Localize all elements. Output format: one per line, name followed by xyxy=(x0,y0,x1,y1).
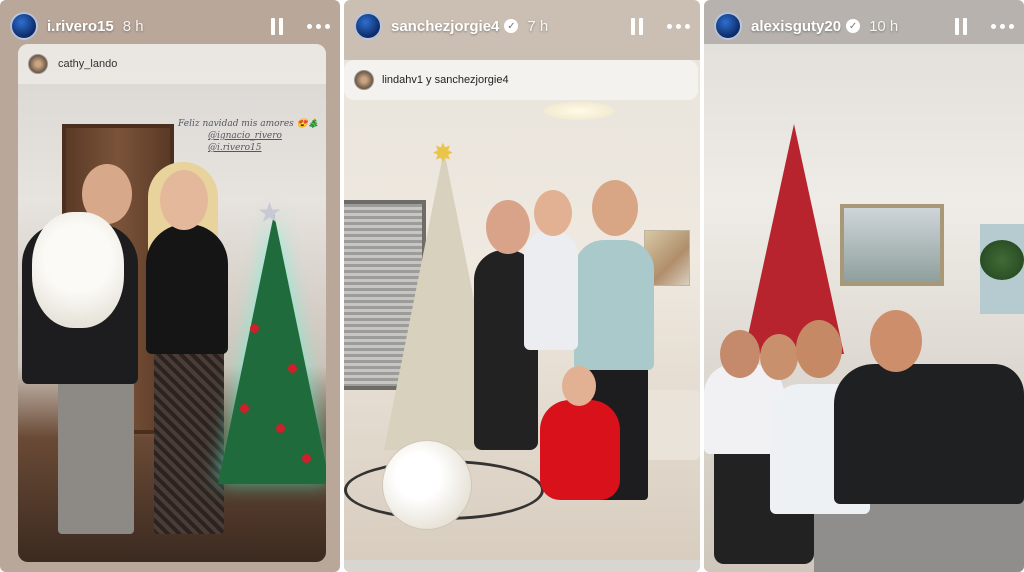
child-head xyxy=(562,366,596,406)
person-head xyxy=(796,320,842,378)
story-card-3[interactable]: alexisguty20 ✓ 10 h xyxy=(704,0,1024,572)
timestamp: 7 h xyxy=(527,17,549,35)
wall-mirror xyxy=(840,204,944,286)
pause-icon[interactable] xyxy=(955,17,967,35)
person-head xyxy=(870,310,922,372)
dog xyxy=(32,212,124,328)
more-options-icon[interactable] xyxy=(991,23,1014,29)
mention-usernames: lindahv1 y sanchezjorgie4 xyxy=(382,74,509,86)
person-head xyxy=(160,170,208,230)
story-caption: Feliz navidad mis amores 😍🎄 @ignacio_riv… xyxy=(178,118,319,154)
child-head xyxy=(534,190,572,236)
story-photo: cathy_lando Feliz navidad mis amores 😍🎄 … xyxy=(18,44,326,562)
caption-tag[interactable]: @i.rivero15 xyxy=(208,142,319,154)
avatar[interactable] xyxy=(714,12,742,40)
christmas-tree xyxy=(744,124,844,354)
person-head xyxy=(760,334,798,380)
person xyxy=(154,344,224,534)
person-head xyxy=(486,200,530,254)
more-options-icon[interactable] xyxy=(307,23,330,29)
person xyxy=(146,224,228,354)
username[interactable]: sanchezjorgie4 xyxy=(391,18,499,35)
ornament xyxy=(276,424,285,433)
mention-bar[interactable]: lindahv1 y sanchezjorgie4 xyxy=(344,60,698,100)
mention-username: cathy_lando xyxy=(58,58,118,70)
person xyxy=(574,240,654,370)
ornament xyxy=(288,364,297,373)
story-photo xyxy=(704,44,1024,572)
ornament xyxy=(302,454,311,463)
username[interactable]: alexisguty20 xyxy=(751,18,841,35)
giant-ornament xyxy=(382,440,472,530)
ornament xyxy=(240,404,249,413)
pause-icon[interactable] xyxy=(631,17,643,35)
avatar[interactable] xyxy=(354,12,382,40)
caption-line: Feliz navidad mis amores 😍🎄 xyxy=(178,119,320,129)
star-icon: ✸ xyxy=(432,138,454,168)
story-card-1[interactable]: cathy_lando Feliz navidad mis amores 😍🎄 … xyxy=(0,0,340,572)
story-header: sanchezjorgie4 ✓ 7 h xyxy=(344,0,700,52)
mention-avatar xyxy=(354,70,374,90)
christmas-tree xyxy=(218,214,326,484)
caption-tag[interactable]: @ignacio_rivero xyxy=(208,130,319,142)
pause-icon[interactable] xyxy=(271,17,283,35)
story-card-2[interactable]: ✸ lindahv1 y sanchezjorgie4 sanchezjorgi… xyxy=(344,0,700,572)
person xyxy=(834,364,1024,504)
timestamp: 8 h xyxy=(122,17,144,35)
more-options-icon[interactable] xyxy=(667,23,690,29)
ceiling-light xyxy=(544,102,614,120)
avatar[interactable] xyxy=(10,12,38,40)
star-icon: ★ xyxy=(257,197,283,228)
verified-badge-icon: ✓ xyxy=(846,19,861,33)
story-header: i.rivero15 8 h xyxy=(0,0,340,52)
ornament xyxy=(250,324,259,333)
plant xyxy=(980,240,1024,280)
person-head xyxy=(592,180,638,236)
story-footer xyxy=(344,560,700,572)
person xyxy=(58,374,134,534)
child xyxy=(524,230,578,350)
timestamp: 10 h xyxy=(869,17,899,35)
child xyxy=(540,400,620,500)
verified-badge-icon: ✓ xyxy=(504,19,519,33)
mention-avatar xyxy=(28,54,48,74)
person-head xyxy=(720,330,760,378)
username[interactable]: i.rivero15 xyxy=(47,18,114,35)
story-photo: ✸ xyxy=(344,60,700,560)
story-header: alexisguty20 ✓ 10 h xyxy=(704,0,1024,52)
